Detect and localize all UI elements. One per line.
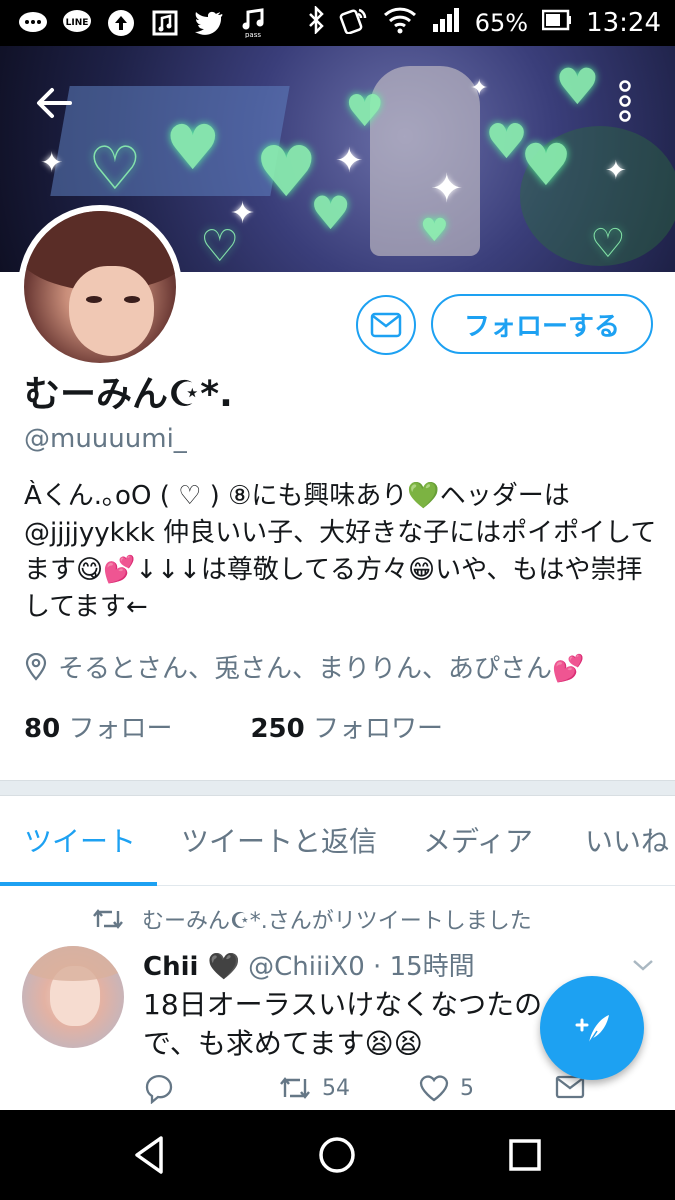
like-count: 5 bbox=[460, 1075, 474, 1101]
reply-button[interactable] bbox=[143, 1074, 175, 1104]
heart-decoration-icon: ♡ bbox=[88, 134, 142, 204]
display-name: むーみん☪︎*. bbox=[24, 374, 233, 415]
heart-decoration-icon: ♡ bbox=[590, 221, 626, 267]
tweet-author-avatar[interactable] bbox=[22, 946, 124, 1048]
active-tab-indicator bbox=[0, 882, 157, 886]
chat-bubble-icon bbox=[18, 8, 48, 38]
following-stat[interactable]: 80 フォロー bbox=[24, 708, 172, 745]
back-triangle-icon[interactable] bbox=[125, 1130, 175, 1180]
sparkle-icon: ✦ bbox=[430, 166, 464, 212]
signal-icon bbox=[431, 6, 461, 40]
heart-decoration-icon: ♥ bbox=[165, 111, 221, 184]
tweet-text: 18日オーラスいけなくなつたので、も求めてます😫😫 bbox=[143, 988, 543, 1060]
following-count: 80 bbox=[24, 714, 61, 744]
back-arrow-icon[interactable] bbox=[30, 78, 80, 128]
heart-decoration-icon: ♥ bbox=[310, 186, 352, 240]
retweet-notice: むーみん☪︎*.さんがリツイートしました bbox=[92, 903, 532, 935]
feather-compose-icon bbox=[575, 1015, 609, 1044]
heart-decoration-icon: ♥ bbox=[520, 131, 572, 199]
tab-media[interactable]: メディア bbox=[423, 820, 533, 860]
home-circle-icon[interactable] bbox=[312, 1130, 362, 1180]
status-bar: LINE pass 65% 13:24 bbox=[0, 0, 675, 46]
music-app-icon bbox=[150, 8, 180, 38]
sparkle-icon: ✦ bbox=[470, 76, 489, 101]
line-app-icon: LINE bbox=[62, 8, 92, 38]
sparkle-icon: ✦ bbox=[335, 141, 364, 181]
sparkle-icon: ✦ bbox=[40, 146, 64, 179]
reply-icon bbox=[145, 1074, 173, 1104]
follow-counts: 80 フォロー 250 フォロワー bbox=[24, 708, 443, 745]
svg-text:pass: pass bbox=[245, 31, 261, 38]
followers-stat[interactable]: 250 フォロワー bbox=[250, 708, 443, 745]
tab-tweets[interactable]: ツイート bbox=[24, 820, 136, 860]
location-text: そるとさん、兎さん、まりりん、あぴさん💕 bbox=[58, 654, 585, 684]
bluetooth-icon bbox=[307, 4, 325, 40]
sparkle-icon: ✦ bbox=[230, 196, 256, 231]
tab-likes[interactable]: いいね bbox=[585, 820, 669, 860]
tweet-header: Chii 🖤 @ChiiiX0 · 15時間 bbox=[143, 946, 475, 983]
envelope-icon bbox=[370, 312, 402, 338]
retweet-icon bbox=[280, 1077, 310, 1099]
heart-decoration-icon: ♥ bbox=[345, 86, 385, 137]
clock: 13:24 bbox=[586, 8, 661, 38]
sparkle-icon: ✦ bbox=[605, 156, 627, 186]
following-label: フォロー bbox=[68, 714, 173, 744]
heart-decoration-icon: ♥ bbox=[555, 58, 600, 116]
battery-percent: 65% bbox=[474, 9, 529, 37]
direct-message-button[interactable] bbox=[356, 295, 416, 355]
svg-text:LINE: LINE bbox=[66, 18, 89, 28]
android-nav-bar bbox=[0, 1110, 675, 1200]
heart-decoration-icon: ♥ bbox=[255, 131, 318, 213]
section-divider bbox=[0, 780, 675, 796]
twitter-bird-icon bbox=[194, 8, 224, 38]
profile-location: そるとさん、兎さん、まりりん、あぴさん💕 bbox=[24, 648, 584, 685]
nfc-icon bbox=[339, 6, 369, 40]
tweet-time: · 15時間 bbox=[373, 952, 475, 982]
retweet-icon bbox=[93, 909, 123, 929]
tweet-author-name[interactable]: Chii 🖤 bbox=[143, 952, 240, 982]
profile-avatar[interactable] bbox=[18, 205, 182, 369]
chevron-down-icon[interactable] bbox=[630, 952, 656, 978]
profile-tabs: ツイート ツイートと返信 メディア いいね bbox=[0, 796, 675, 886]
location-pin-icon bbox=[25, 652, 47, 681]
heart-decoration-icon: ♥ bbox=[420, 211, 449, 249]
followers-count: 250 bbox=[250, 714, 305, 744]
battery-icon bbox=[541, 9, 572, 37]
follow-button[interactable]: フォローする bbox=[431, 294, 653, 354]
pass-music-icon: pass bbox=[238, 8, 268, 38]
like-button[interactable]: 5 bbox=[418, 1074, 474, 1102]
tweet-author-handle[interactable]: @ChiiiX0 bbox=[248, 952, 365, 982]
retweet-button[interactable]: 54 bbox=[278, 1074, 350, 1102]
user-handle: @muuuumi_ bbox=[24, 424, 187, 454]
heart-icon bbox=[419, 1075, 449, 1102]
retweet-count: 54 bbox=[322, 1075, 350, 1101]
recents-square-icon[interactable] bbox=[500, 1130, 550, 1180]
retweet-notice-text: むーみん☪︎*.さんがリツイートしました bbox=[142, 909, 532, 934]
more-options-icon[interactable] bbox=[613, 76, 637, 126]
compose-tweet-button[interactable] bbox=[540, 976, 644, 1080]
profile-bio: Àくん.｡oO ( ♡ ) ⑧にも興味あり💚ヘッダーは@jjjjyykkk 仲良… bbox=[24, 481, 657, 622]
wifi-icon bbox=[383, 6, 417, 40]
followers-label: フォロワー bbox=[313, 714, 444, 744]
tab-tweets-and-replies[interactable]: ツイートと返信 bbox=[181, 820, 377, 860]
upload-icon bbox=[106, 8, 136, 38]
